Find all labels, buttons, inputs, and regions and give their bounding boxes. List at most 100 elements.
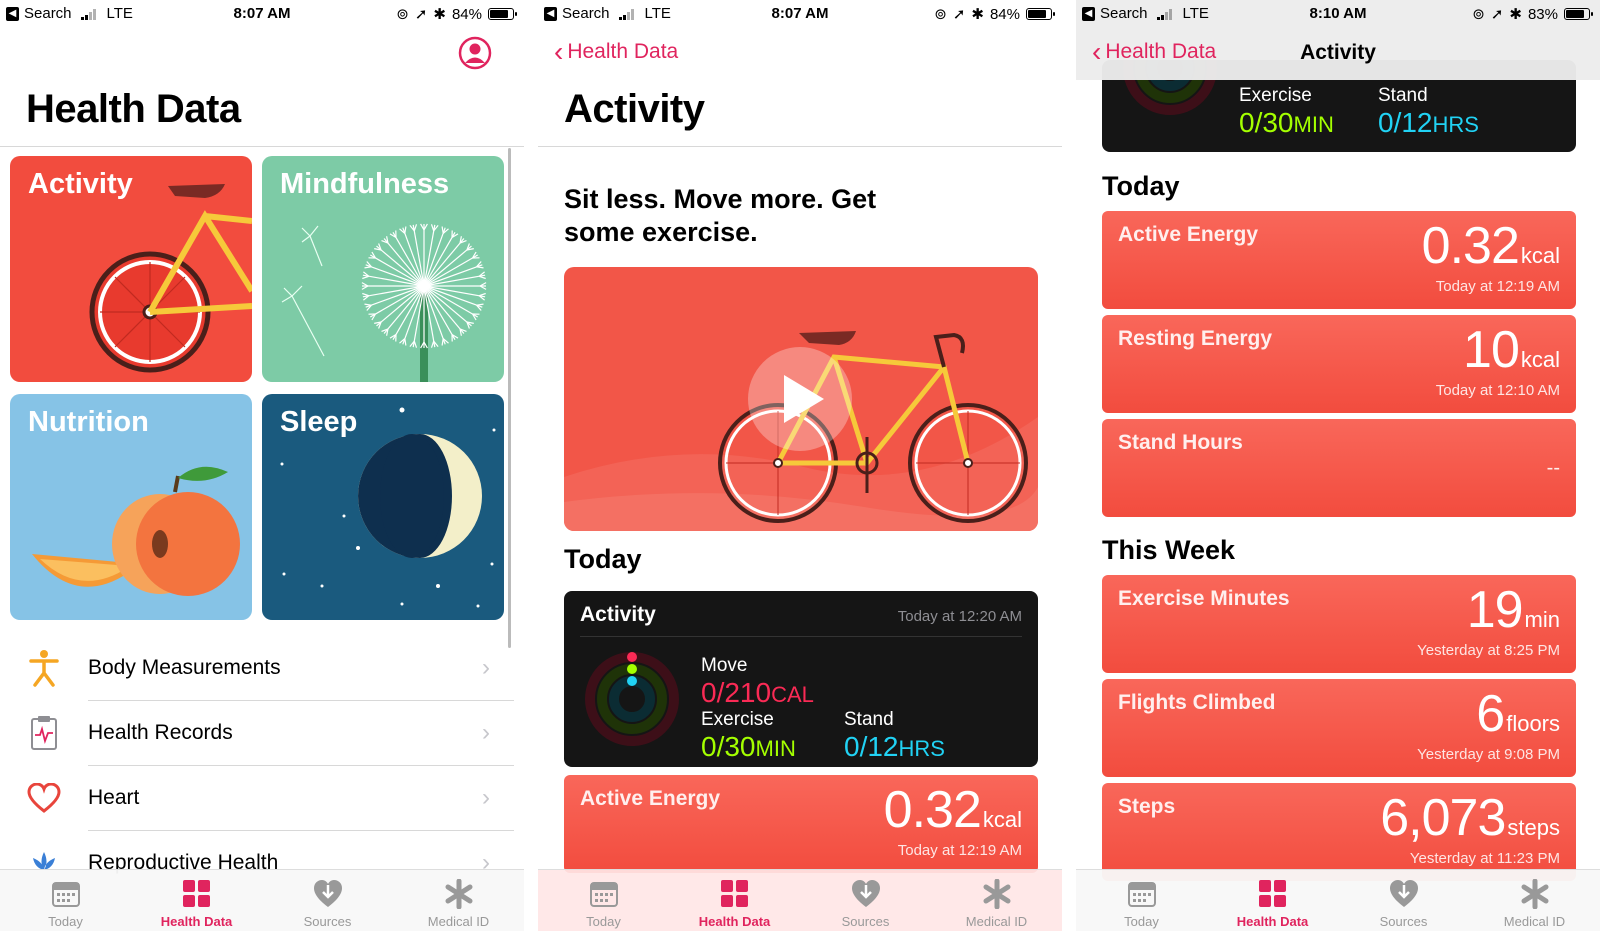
asterisk-icon [983,879,1010,909]
battery-icon [1564,8,1593,20]
clipboard-icon [31,716,57,750]
stand-label: Stand [1378,85,1428,106]
headline: Sit less. Move more. Get some exercise. [564,184,877,247]
metric-card-steps[interactable]: Steps 6,073steps Yesterday at 11:23 PM [1102,783,1576,881]
list-item-heart[interactable]: Heart › [0,766,514,830]
metric-name: Exercise Minutes [1118,587,1290,610]
section-today: Today [1102,171,1180,201]
tile-nutrition[interactable]: Nutrition [10,394,252,620]
chevron-right-icon: › [482,654,490,681]
tab-sources[interactable]: Sources [1338,870,1469,931]
bicycle-illustration [564,331,1038,531]
page-title: Activity [564,87,705,131]
nav-title: Activity [1300,41,1376,64]
list-item-label: Body Measurements [88,656,281,679]
asterisk-icon [445,879,472,909]
section-this-week: This Week [1102,535,1236,565]
metric-date: Today at 12:19 AM [897,842,1022,859]
metric-card-flights-climbed[interactable]: Flights Climbed 6floors Yesterday at 9:0… [1102,679,1576,777]
list-item-body-measurements[interactable]: Body Measurements › [0,636,514,700]
move-value: 0/210CAL [701,677,814,708]
profile-button[interactable] [458,36,492,75]
calendar-icon [589,882,618,907]
bluetooth-icon: ✱ [1509,6,1522,23]
tab-today[interactable]: Today [1076,870,1207,931]
asterisk-icon [1521,879,1548,909]
tab-sources[interactable]: Sources [800,870,931,931]
metric-name: Active Energy [1118,223,1259,246]
metric-card-active-energy[interactable]: Active Energy 0.32kcal Today at 12:19 AM [1102,211,1576,309]
tab-health-data[interactable]: Health Data [1207,870,1338,931]
grid-icon [1258,880,1286,907]
heart-icon [27,783,61,813]
metric-card-resting-energy[interactable]: Resting Energy 10kcal Today at 12:10 AM [1102,315,1576,413]
sources-heart-icon [313,880,342,907]
exercise-label: Exercise [701,709,774,730]
status-bar: ◀ Search LTE 8:07 AM ⊚ ➚ ✱ 84% [538,0,1062,26]
metric-date: Yesterday at 8:25 PM [1417,642,1560,659]
summary-title: Activity [580,603,656,626]
location-icon: ➚ [414,6,428,23]
stand-label: Stand [844,709,894,730]
move-label: Move [701,655,748,676]
metric-date: Yesterday at 9:08 PM [1417,746,1560,763]
profile-icon [458,36,492,70]
metric-date: Today at 12:10 AM [1435,382,1560,399]
tile-activity-label: Activity [28,168,133,200]
tab-today[interactable]: Today [0,870,131,931]
battery-icon [488,8,517,20]
tile-sleep[interactable]: Sleep [262,394,504,620]
battery-percent: 84% [989,5,1020,23]
stand-value: 0/12HRS [844,731,945,762]
metric-date: Yesterday at 11:23 PM [1409,850,1560,867]
metric-name: Stand Hours [1118,431,1243,454]
grid-icon [182,880,210,907]
scrollbar[interactable] [508,148,511,648]
grid-icon [720,880,748,907]
list-item-health-records[interactable]: Health Records › [0,701,514,765]
metric-name: Flights Climbed [1118,691,1276,714]
tab-medical-id[interactable]: Medical ID [393,870,524,931]
tab-bar: Today Health Data Sources Medical ID [1076,869,1600,931]
tab-today[interactable]: Today [538,870,669,931]
bluetooth-icon: ✱ [971,6,984,23]
stand-value: 0/12HRS [1378,107,1479,138]
battery-percent: 83% [1527,5,1558,23]
status-bar: ◀ Search LTE 8:10 AM ⊚ ➚ ✱ 83% [1076,0,1600,26]
location-icon: ➚ [952,6,966,23]
divider [0,146,524,147]
activity-summary-card[interactable]: Activity Today at 12:20 AM Move 0/210CAL… [564,591,1038,767]
metric-empty-value: -- [1546,457,1560,479]
orientation-lock-icon: ⊚ [396,6,409,23]
tile-mindfulness[interactable]: Mindfulness [262,156,504,382]
tab-bar: Today Health Data Sources Medical ID [0,869,524,931]
metric-name: Steps [1118,795,1176,818]
tab-medical-id[interactable]: Medical ID [1469,870,1600,931]
tab-medical-id[interactable]: Medical ID [931,870,1062,931]
exercise-label: Exercise [1239,85,1312,106]
metric-card-active-energy[interactable]: Active Energy 0.32kcal Today at 12:19 AM [564,775,1038,873]
navigation-bar: ◀ Search LTE 8:10 AM ⊚ ➚ ✱ 83% ‹ Health D… [1076,0,1600,80]
tab-health-data[interactable]: Health Data [131,870,262,931]
chevron-left-icon: ‹ [554,36,564,67]
calendar-icon [1127,882,1156,907]
location-icon: ➚ [1490,6,1504,23]
tab-health-data[interactable]: Health Data [669,870,800,931]
list-item-label: Health Records [88,721,233,744]
activity-scrolled-screen: Exercise 0/30MIN Stand 0/12HRS ◀ Search … [1076,0,1600,931]
battery-icon [1026,8,1055,20]
metric-value: 10kcal [1463,321,1560,379]
tile-mindfulness-label: Mindfulness [280,168,450,200]
back-button[interactable]: ‹ Health Data [554,36,678,67]
metric-card-exercise-minutes[interactable]: Exercise Minutes 19min Yesterday at 8:25… [1102,575,1576,673]
calendar-icon [51,882,80,907]
tile-activity[interactable]: Activity [10,156,252,382]
tab-bar: Today Health Data Sources Medical ID [538,869,1062,931]
section-today: Today [564,544,642,574]
metric-card-stand-hours[interactable]: Stand Hours -- [1102,419,1576,517]
tile-sleep-label: Sleep [280,406,358,438]
battery-percent: 84% [451,5,482,23]
activity-video[interactable] [564,267,1038,531]
tab-sources[interactable]: Sources [262,870,393,931]
metric-value: 0.32kcal [883,781,1022,839]
